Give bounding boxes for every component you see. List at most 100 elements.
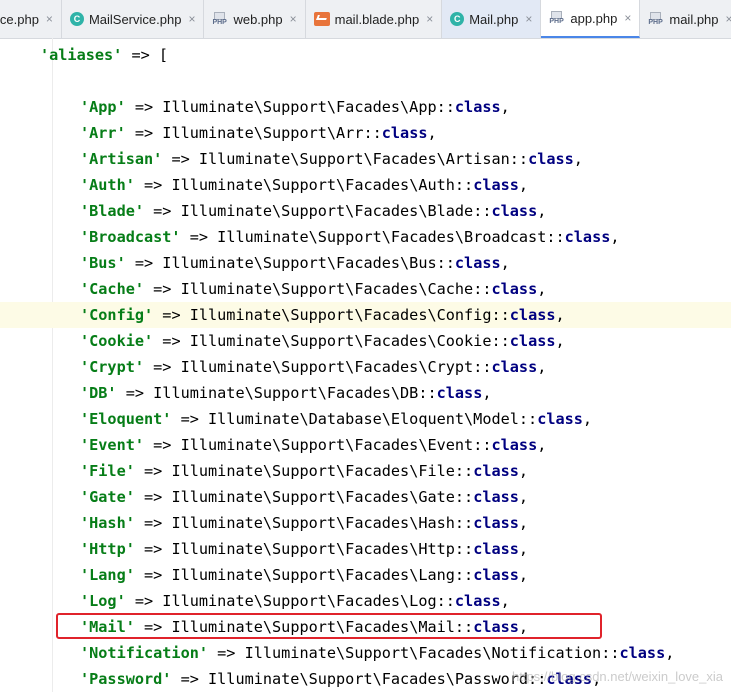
class-keyword: class <box>528 150 574 168</box>
alias-class-path: Illuminate\Support\Facades\File <box>171 462 455 480</box>
alias-key: 'Lang' <box>80 566 135 584</box>
scope-operator: :: <box>454 176 474 194</box>
close-icon[interactable]: × <box>426 12 433 26</box>
scope-operator: :: <box>454 566 474 584</box>
arrow-operator: => <box>116 384 154 402</box>
close-icon[interactable]: × <box>290 12 297 26</box>
class-keyword: class <box>564 228 611 246</box>
code-line-alias: 'Event' => Illuminate\Support\Facades\Ev… <box>0 432 731 458</box>
scope-operator: :: <box>473 436 492 454</box>
alias-key: 'Event' <box>80 436 145 454</box>
scope-operator: :: <box>454 488 474 506</box>
tab-0[interactable]: ice.php × <box>0 0 62 38</box>
close-icon[interactable]: × <box>46 12 53 26</box>
tab-1[interactable]: C MailService.php × <box>62 0 205 38</box>
alias-class-path: Illuminate\Support\Facades\App <box>162 98 437 116</box>
tab-4[interactable]: C Mail.php × <box>442 0 542 38</box>
alias-key: 'Artisan' <box>80 150 163 168</box>
php-class-icon: C <box>450 12 465 26</box>
comma: , <box>500 254 510 272</box>
close-icon[interactable]: × <box>188 12 195 26</box>
alias-key: 'Log' <box>80 592 126 610</box>
alias-class-path: Illuminate\Support\Facades\DB <box>153 384 419 402</box>
scope-operator: :: <box>491 332 510 350</box>
scope-operator: :: <box>491 306 510 324</box>
tab-2[interactable]: PHP web.php × <box>204 0 306 38</box>
alias-key: 'App' <box>80 98 126 116</box>
comma: , <box>555 332 565 350</box>
code-line-alias: 'Bus' => Illuminate\Support\Facades\Bus:… <box>0 250 731 276</box>
alias-key: 'Eloquent' <box>80 410 172 428</box>
aliases-key: 'aliases' <box>40 46 123 64</box>
scope-operator: :: <box>436 98 455 116</box>
class-keyword: class <box>436 384 483 402</box>
class-keyword: class <box>473 176 519 194</box>
alias-class-path: Illuminate\Support\Facades\Lang <box>171 566 455 584</box>
alias-key: 'Broadcast' <box>80 228 181 246</box>
class-keyword: class <box>491 436 538 454</box>
comma: , <box>518 540 529 558</box>
scope-operator: :: <box>363 124 382 142</box>
alias-class-path: Illuminate\Database\Eloquent\Model <box>208 410 519 428</box>
arrow-operator: => <box>134 514 172 532</box>
class-keyword: class <box>473 514 519 532</box>
alias-key: 'Bus' <box>80 254 126 272</box>
arrow-operator: => <box>171 670 209 688</box>
alias-class-path: Illuminate\Support\Facades\Crypt <box>180 358 474 376</box>
arrow-operator: => <box>171 410 209 428</box>
close-icon[interactable]: × <box>525 12 532 26</box>
comma: , <box>518 176 529 194</box>
comma: , <box>537 358 547 376</box>
blade-file-icon <box>313 12 330 26</box>
tab-6[interactable]: PHP mail.php × <box>640 0 731 38</box>
scope-operator: :: <box>473 358 492 376</box>
scope-operator: :: <box>454 540 474 558</box>
alias-key: 'Arr' <box>80 124 126 142</box>
tab-label: mail.blade.php <box>334 11 420 27</box>
alias-class-path: Illuminate\Support\Facades\Auth <box>171 176 455 194</box>
php-file-icon: PHP <box>648 12 664 26</box>
close-icon[interactable]: × <box>624 11 631 25</box>
alias-class-path: Illuminate\Support\Facades\Gate <box>171 488 455 506</box>
arrow-operator: => <box>125 98 163 116</box>
alias-key: 'Blade' <box>80 202 145 220</box>
alias-class-path: Illuminate\Support\Facades\Cookie <box>189 332 492 350</box>
code-line-alias: 'Lang' => Illuminate\Support\Facades\Lan… <box>0 562 731 588</box>
scope-operator: :: <box>418 384 437 402</box>
alias-class-path: Illuminate\Support\Facades\Log <box>162 592 437 610</box>
comma: , <box>555 306 565 324</box>
class-keyword: class <box>473 488 519 506</box>
comma: , <box>500 98 510 116</box>
comma: , <box>518 566 529 584</box>
code-line-alias: 'Artisan' => Illuminate\Support\Facades\… <box>0 146 731 172</box>
tab-5[interactable]: PHP app.php × <box>541 0 641 38</box>
alias-key: 'Crypt' <box>80 358 145 376</box>
scope-operator: :: <box>601 644 620 662</box>
alias-class-path: Illuminate\Support\Facades\Config <box>189 306 492 324</box>
class-keyword: class <box>619 644 666 662</box>
comma: , <box>573 150 583 168</box>
alias-class-path: Illuminate\Support\Arr <box>162 124 364 142</box>
arrow-operator: => <box>144 358 181 376</box>
alias-class-path: Illuminate\Support\Facades\Http <box>171 540 455 558</box>
tab-label: web.php <box>233 11 283 27</box>
code-editor[interactable]: 'aliases' => [ 'App' => Illuminate\Suppo… <box>0 38 731 692</box>
tab-label: Mail.php <box>469 11 519 27</box>
alias-key: 'Password' <box>80 670 172 688</box>
tab-3[interactable]: mail.blade.php × <box>306 0 443 38</box>
code-line-alias: 'Eloquent' => Illuminate\Database\Eloque… <box>0 406 731 432</box>
close-icon[interactable]: × <box>726 12 731 26</box>
class-keyword: class <box>491 280 538 298</box>
code-line-alias: 'Cache' => Illuminate\Support\Facades\Ca… <box>0 276 731 302</box>
comma: , <box>500 592 510 610</box>
arrow-operator: => <box>144 436 181 454</box>
code-line-alias: 'DB' => Illuminate\Support\Facades\DB::c… <box>0 380 731 406</box>
scope-operator: :: <box>509 150 529 168</box>
code-line-alias: 'Http' => Illuminate\Support\Facades\Htt… <box>0 536 731 562</box>
arrow-operator: => <box>134 566 172 584</box>
comma: , <box>518 488 529 506</box>
alias-class-path: Illuminate\Support\Facades\Event <box>180 436 474 454</box>
php-file-icon: PHP <box>549 11 565 25</box>
class-keyword: class <box>473 540 519 558</box>
comma: , <box>482 384 492 402</box>
